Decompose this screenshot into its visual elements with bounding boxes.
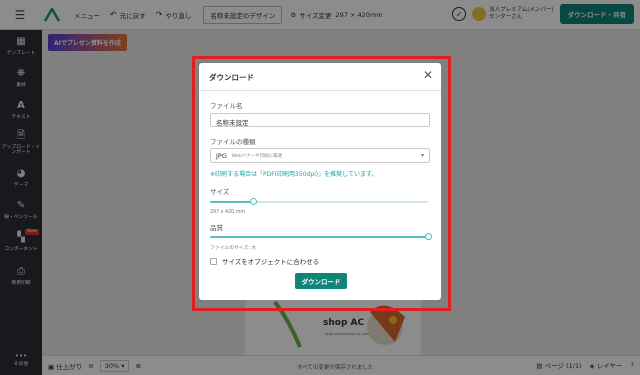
highlight-frame: [192, 56, 451, 311]
